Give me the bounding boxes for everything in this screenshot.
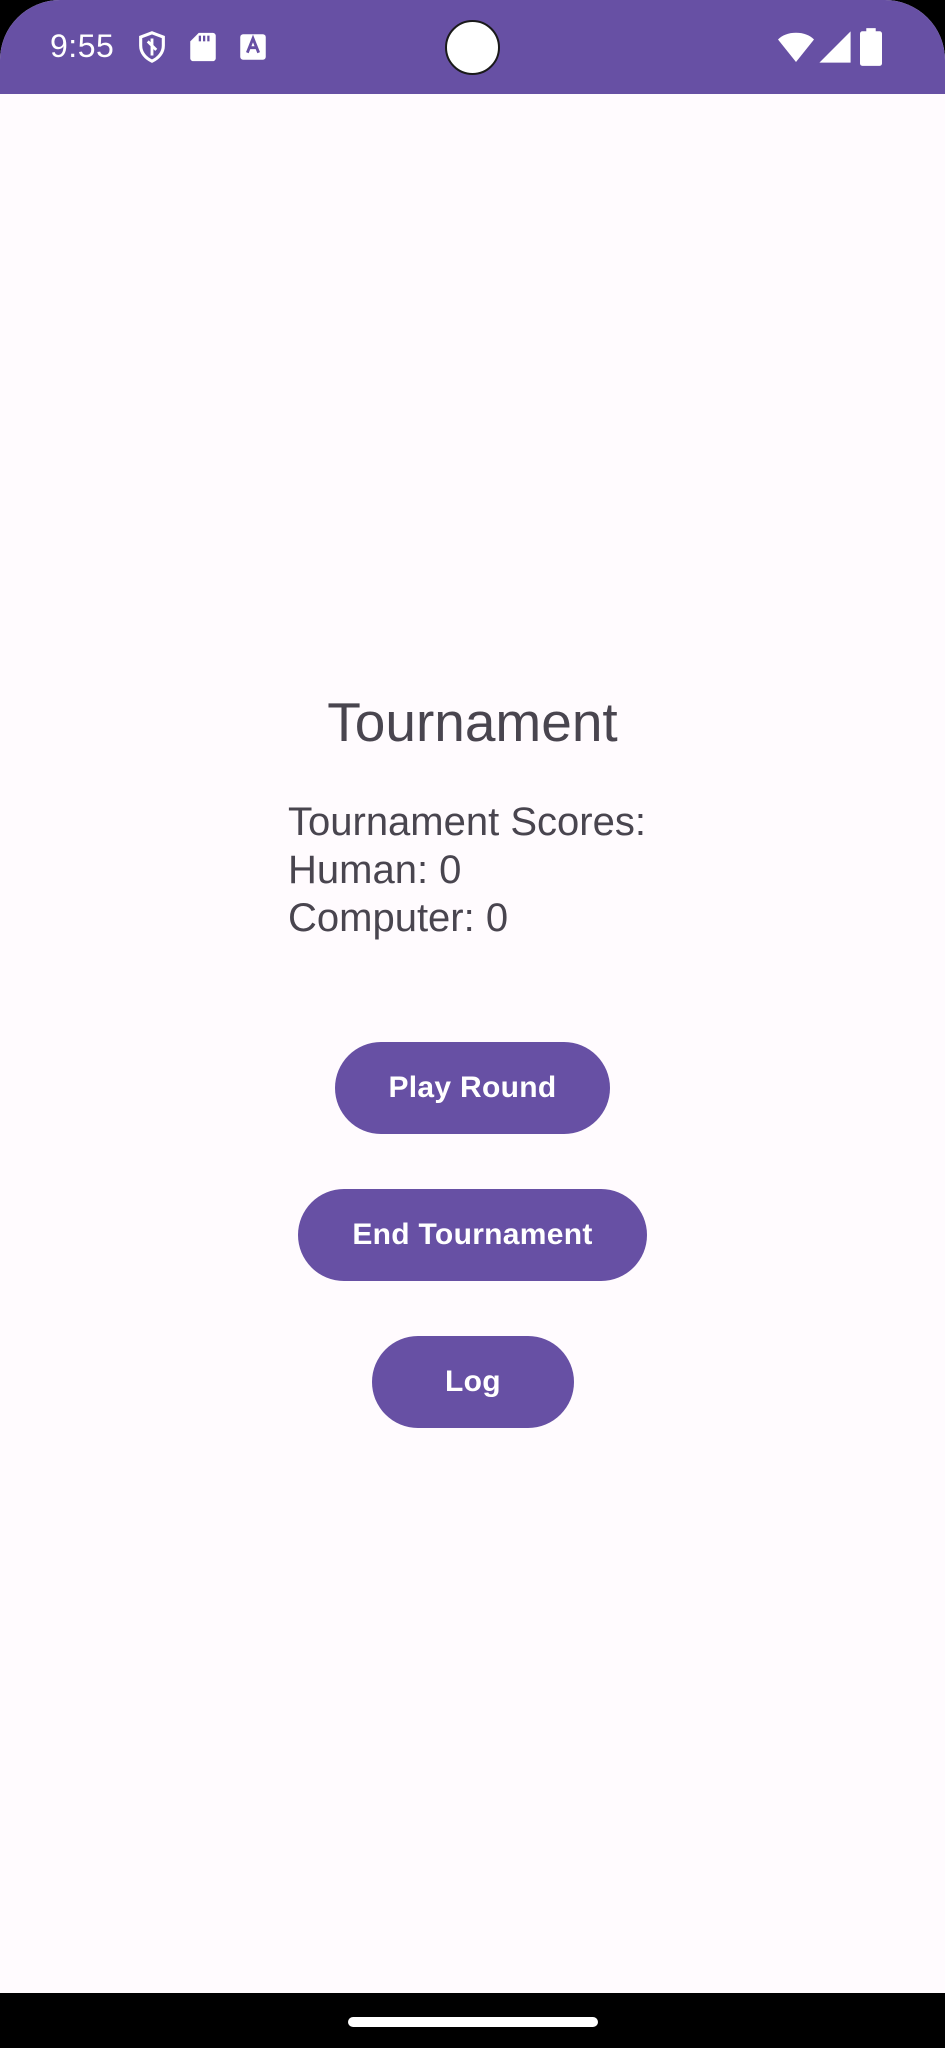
play-round-button[interactable]: Play Round — [335, 1042, 610, 1134]
shield-icon — [139, 31, 165, 63]
status-time: 9:55 — [50, 28, 115, 64]
keyboard-a-icon — [240, 34, 266, 60]
page-title: Tournament — [327, 691, 618, 753]
end-tournament-button[interactable]: End Tournament — [298, 1189, 647, 1281]
app-screen: 9:55 Tournament Tournament Scores: Human… — [0, 0, 945, 2048]
battery-icon — [860, 28, 882, 66]
wifi-icon — [778, 32, 814, 62]
tournament-scores: Tournament Scores: Human: 0 Computer: 0 — [288, 798, 646, 942]
scores-heading: Tournament Scores: — [288, 800, 646, 844]
navigation-bar — [0, 1993, 945, 2048]
status-bar: 9:55 — [0, 0, 945, 94]
human-score: Human: 0 — [288, 848, 462, 892]
log-button[interactable]: Log — [372, 1336, 574, 1428]
cellular-signal-icon — [819, 31, 851, 63]
camera-cutout — [445, 20, 500, 75]
sd-card-icon — [190, 32, 216, 62]
home-gesture-pill[interactable] — [348, 2017, 598, 2027]
computer-score: Computer: 0 — [288, 896, 509, 940]
